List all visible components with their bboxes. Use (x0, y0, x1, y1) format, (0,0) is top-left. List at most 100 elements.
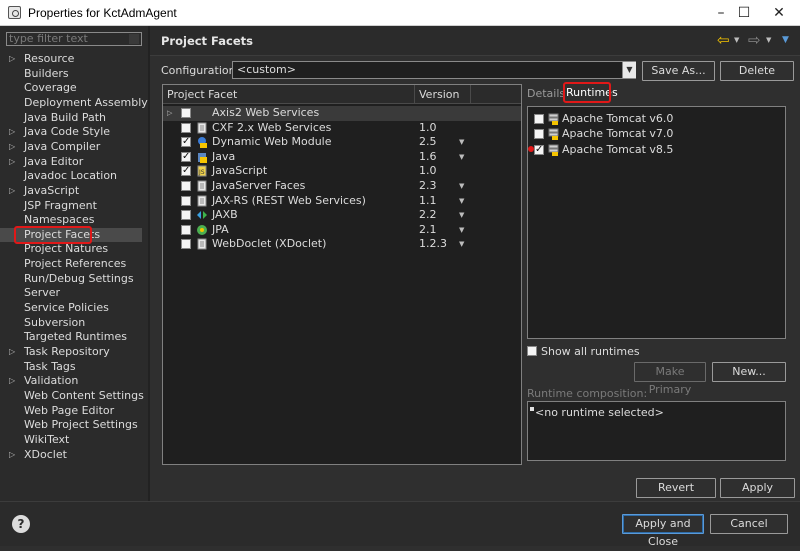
facet-checkbox[interactable] (181, 181, 191, 191)
sidebar-item-web-page-editor[interactable]: Web Page Editor (0, 404, 142, 419)
column-header-version[interactable]: Version (419, 88, 459, 101)
sidebar-item-java-compiler[interactable]: ▷ Java Compiler (0, 140, 142, 155)
facet-checkbox[interactable] (181, 150, 191, 164)
expand-chevron-icon[interactable]: ▷ (9, 345, 15, 359)
sidebar-item-project-natures[interactable]: Project Natures (0, 242, 142, 257)
sidebar-item-java-code-style[interactable]: ▷ Java Code Style (0, 125, 142, 140)
sidebar-item-java-build-path[interactable]: Java Build Path (0, 111, 142, 126)
sidebar-item-task-repository[interactable]: ▷ Task Repository (0, 345, 142, 360)
runtime-checkbox[interactable] (534, 114, 544, 124)
sidebar-item-subversion[interactable]: Subversion (0, 316, 142, 331)
column-separator[interactable] (470, 85, 471, 104)
forward-arrow-icon[interactable]: ⇨ (748, 32, 761, 48)
expand-chevron-icon[interactable]: ▷ (9, 52, 15, 66)
facet-checkbox[interactable] (181, 164, 191, 178)
sidebar-item-targeted-runtimes[interactable]: Targeted Runtimes (0, 330, 142, 345)
facet-row[interactable]: ▷ Axis2 Web Services (163, 106, 521, 121)
sidebar-item-web-content-settings[interactable]: Web Content Settings (0, 389, 144, 404)
facet-checkbox[interactable] (181, 195, 191, 206)
version-chevron-down-icon[interactable]: ▼ (459, 179, 464, 193)
version-chevron-down-icon[interactable]: ▼ (459, 223, 464, 237)
sidebar-item-builders[interactable]: Builders (0, 67, 142, 82)
sidebar-item-project-facets[interactable]: Project Facets (0, 227, 142, 243)
apply-and-close-button[interactable]: Apply and Close (622, 514, 704, 548)
tab-runtimes[interactable]: Runtimes (564, 85, 618, 102)
close-button[interactable]: ✕ (756, 0, 800, 26)
facet-version[interactable]: 1.2.3 (419, 237, 447, 251)
facet-version[interactable]: 2.3 (419, 179, 437, 193)
expand-chevron-icon[interactable]: ▷ (9, 140, 15, 154)
version-chevron-down-icon[interactable]: ▼ (459, 194, 464, 208)
sidebar-item-task-tags[interactable]: Task Tags (0, 360, 142, 375)
facet-checkbox[interactable] (181, 224, 191, 235)
sidebar-item-web-project-settings[interactable]: Web Project Settings (0, 418, 142, 433)
facet-version[interactable]: 1.0 (419, 121, 437, 135)
configuration-combo[interactable]: <custom> (232, 61, 636, 79)
revert-button[interactable]: Revert (636, 478, 716, 498)
runtime-row[interactable]: Apache Tomcat v8.5 (528, 143, 785, 158)
expand-chevron-icon[interactable]: ▷ (9, 448, 15, 462)
back-arrow-icon[interactable]: ⇦ (717, 32, 730, 48)
version-chevron-down-icon[interactable]: ▼ (459, 150, 464, 164)
facet-version[interactable]: 2.5 (419, 135, 437, 149)
sidebar-item-service-policies[interactable]: Service Policies (0, 301, 142, 316)
sidebar-item-javascript[interactable]: ▷ JavaScript (0, 184, 142, 199)
filter-input[interactable]: type filter text (6, 32, 142, 46)
expand-chevron-icon[interactable]: ▷ (167, 106, 172, 120)
facet-row[interactable]: JAX-RS (REST Web Services) 1.1 ▼ (163, 194, 521, 209)
sidebar-item-jsp-fragment[interactable]: JSP Fragment (0, 199, 142, 214)
version-chevron-down-icon[interactable]: ▼ (459, 135, 464, 149)
back-menu-chevron-down-icon[interactable]: ▼ (734, 36, 739, 44)
help-icon[interactable]: ? (12, 515, 30, 533)
facet-row[interactable]: JAXB 2.2 ▼ (163, 208, 521, 223)
facet-checkbox[interactable] (181, 122, 191, 133)
facet-row[interactable]: WebDoclet (XDoclet) 1.2.3 ▼ (163, 237, 521, 252)
sidebar-item-run-debug-settings[interactable]: Run/Debug Settings (0, 272, 142, 287)
checkbox[interactable] (527, 346, 537, 356)
version-chevron-down-icon[interactable]: ▼ (459, 208, 464, 222)
facet-version[interactable]: 2.1 (419, 223, 437, 237)
column-separator[interactable] (414, 85, 415, 104)
sidebar-item-deployment-assembly[interactable]: Deployment Assembly (0, 96, 148, 111)
sidebar-item-server[interactable]: Server (0, 286, 142, 301)
sidebar-item-javadoc-location[interactable]: Javadoc Location (0, 169, 142, 184)
sidebar-item-coverage[interactable]: Coverage (0, 81, 142, 96)
expand-chevron-icon[interactable]: ▷ (9, 184, 15, 198)
expand-chevron-icon[interactable]: ▷ (9, 155, 15, 169)
facet-row[interactable]: Dynamic Web Module 2.5 ▼ (163, 135, 521, 150)
facet-checkbox[interactable] (181, 108, 191, 118)
facet-version[interactable]: 1.0 (419, 164, 437, 178)
sidebar-item-java-editor[interactable]: ▷ Java Editor (0, 155, 142, 170)
sidebar-item-xdoclet[interactable]: ▷ XDoclet (0, 448, 142, 463)
clear-filter-icon[interactable] (129, 34, 139, 44)
facet-checkbox[interactable] (181, 135, 191, 149)
column-header-facet[interactable]: Project Facet (167, 88, 237, 101)
configuration-chevron-down-icon[interactable]: ▼ (622, 62, 636, 78)
sidebar-item-project-references[interactable]: Project References (0, 257, 142, 272)
sidebar-item-validation[interactable]: ▷ Validation (0, 374, 142, 389)
facet-version[interactable]: 2.2 (419, 208, 437, 222)
facet-checkbox[interactable] (181, 239, 191, 250)
expand-chevron-icon[interactable]: ▷ (9, 125, 15, 139)
cancel-button[interactable]: Cancel (710, 514, 788, 534)
runtime-row[interactable]: Apache Tomcat v6.0 (528, 112, 785, 127)
version-chevron-down-icon[interactable]: ▼ (459, 237, 464, 251)
facet-version[interactable]: 1.6 (419, 150, 437, 164)
facet-row[interactable]: Java 1.6 ▼ (163, 150, 521, 165)
facet-row[interactable]: CXF 2.x Web Services 1.0 (163, 121, 521, 136)
runtime-checkbox[interactable] (534, 143, 544, 157)
facet-row[interactable]: JS JavaScript 1.0 (163, 164, 521, 179)
make-primary-button[interactable]: Make Primary (634, 362, 706, 396)
facet-version[interactable]: 1.1 (419, 194, 437, 208)
forward-menu-chevron-down-icon[interactable]: ▼ (766, 36, 771, 44)
save-as-button[interactable]: Save As... (642, 61, 715, 81)
view-menu-chevron-down-icon[interactable]: ▼ (782, 35, 789, 45)
facet-row[interactable]: JPA 2.1 ▼ (163, 223, 521, 238)
tab-details[interactable]: Details (527, 87, 565, 100)
new-runtime-button[interactable]: New... (712, 362, 786, 382)
sidebar-item-namespaces[interactable]: Namespaces (0, 213, 142, 228)
sidebar-item-wikitext[interactable]: WikiText (0, 433, 142, 448)
facet-row[interactable]: JavaServer Faces 2.3 ▼ (163, 179, 521, 194)
facet-checkbox[interactable] (181, 210, 191, 221)
runtime-checkbox[interactable] (534, 129, 544, 140)
